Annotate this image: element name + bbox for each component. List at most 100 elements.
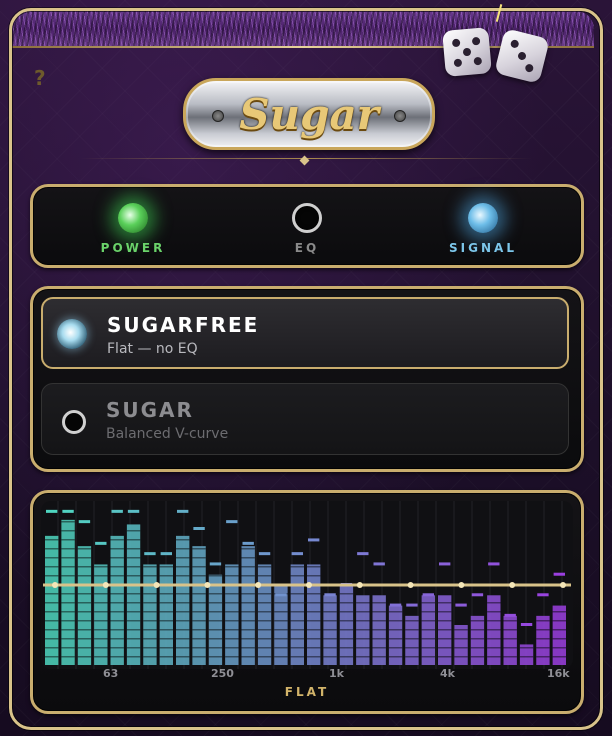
- eq-bar-segment: [208, 575, 223, 577]
- signal-led-icon: [468, 203, 498, 233]
- eq-bar: [307, 564, 321, 665]
- eq-bar-segment: [159, 647, 173, 649]
- eq-curve-node[interactable]: [102, 582, 109, 588]
- eq-bar-segment: [176, 575, 190, 577]
- eq-bar: [143, 564, 157, 665]
- eq-bar-segment: [519, 656, 534, 658]
- eq-bar: [454, 625, 468, 665]
- eq-bar-segment: [356, 602, 370, 604]
- eq-curve-node[interactable]: [458, 582, 465, 588]
- eq-bar-segment: [94, 638, 108, 640]
- eq-bar-segment: [405, 629, 419, 631]
- signal-indicator[interactable]: SIGNAL: [423, 193, 543, 259]
- eq-bar-segment: [307, 629, 321, 631]
- eq-bar-segment: [61, 557, 75, 559]
- eq-bar: [61, 519, 75, 665]
- eq-bar-segment: [94, 629, 108, 631]
- eq-bar-segment: [176, 647, 190, 649]
- eq-bar-segment: [110, 638, 124, 640]
- eq-curve-node[interactable]: [204, 582, 211, 588]
- eq-bar-segment: [208, 656, 223, 658]
- eq-bar-segment: [552, 656, 566, 658]
- preset-name: SUGAR: [106, 398, 194, 422]
- eq-bar-segment: [45, 557, 59, 559]
- eq-curve-node[interactable]: [407, 582, 414, 588]
- eq-bar-segment: [454, 656, 468, 658]
- eq-bar-segment: [257, 656, 272, 658]
- eq-bar-segment: [339, 602, 354, 604]
- eq-curve-node[interactable]: [52, 582, 58, 588]
- eq-peak-marker: [258, 552, 271, 556]
- eq-bar-segment: [356, 647, 370, 649]
- preset-description: Flat — no EQ: [107, 341, 198, 357]
- eq-bar: [503, 615, 517, 665]
- preset-sugar[interactable]: SUGAR Balanced V-curve: [41, 383, 569, 455]
- eq-bar-segment: [110, 566, 124, 568]
- eq-bar-segment: [45, 611, 59, 613]
- eq-bar-segment: [438, 629, 452, 631]
- eq-bar-segment: [487, 611, 501, 613]
- eq-bar-segment: [208, 593, 223, 595]
- eq-bar-segment: [356, 620, 370, 622]
- preset-sugarfree[interactable]: SUGARFREE Flat — no EQ: [41, 297, 569, 369]
- dice-icon[interactable]: [442, 27, 492, 77]
- eq-curve-node[interactable]: [509, 582, 516, 588]
- eq-peak-marker: [177, 509, 189, 513]
- eq-bar-segment: [143, 611, 157, 613]
- eq-curve-node[interactable]: [560, 582, 566, 588]
- eq-bar-segment: [77, 656, 92, 658]
- eq-curve-node[interactable]: [153, 582, 160, 588]
- eq-peak-marker: [78, 520, 91, 524]
- eq-bar-segment: [339, 647, 354, 649]
- eq-bar-segment: [307, 575, 321, 577]
- eq-peak-marker: [520, 623, 533, 626]
- eq-peak-marker: [537, 593, 549, 597]
- eq-bar-segment: [356, 611, 370, 613]
- eq-bar-segment: [126, 656, 141, 658]
- eq-peak-marker: [46, 509, 58, 513]
- eq-bar-segment: [61, 656, 75, 658]
- eq-bar-segment: [159, 629, 173, 631]
- eq-curve-node[interactable]: [356, 582, 363, 588]
- eq-bar-segment: [143, 656, 157, 658]
- eq-bar-segment: [323, 638, 337, 640]
- eq-bar-segment: [241, 566, 255, 568]
- eq-bar: [208, 574, 223, 665]
- eq-indicator[interactable]: EQ: [247, 193, 367, 259]
- eq-curve-node[interactable]: [255, 582, 262, 588]
- eq-curve-node[interactable]: [306, 582, 312, 588]
- radio-selected-icon: [57, 319, 87, 349]
- eq-bar-segment: [126, 530, 141, 532]
- eq-bar-segment: [487, 629, 501, 631]
- status-panel: POWER EQ SIGNAL: [30, 184, 584, 268]
- eq-bar-segment: [45, 656, 59, 658]
- eq-bar-segment: [192, 647, 206, 649]
- eq-bar-segment: [536, 629, 550, 631]
- eq-bar-segment: [192, 656, 206, 658]
- eq-bar-segment: [552, 629, 566, 631]
- eq-bar-segment: [110, 602, 124, 604]
- logo-badge: Sugar: [183, 78, 435, 150]
- eq-bar-segment: [470, 620, 485, 622]
- help-icon[interactable]: ?: [34, 66, 46, 90]
- eq-bar-segment: [61, 575, 75, 577]
- eq-bar-segment: [61, 602, 75, 604]
- eq-bar-segment: [94, 602, 108, 604]
- eq-bar-segment: [110, 539, 124, 541]
- eq-bar-segment: [225, 611, 239, 613]
- power-indicator[interactable]: POWER: [73, 193, 193, 259]
- eq-bar-segment: [388, 620, 403, 622]
- eq-bar-segment: [421, 647, 435, 649]
- eq-bar: [225, 564, 239, 665]
- eq-bar: [110, 535, 124, 665]
- eq-bar-segment: [45, 539, 59, 541]
- eq-visualizer-panel: 63 250 1k 4k 16k FLAT: [30, 490, 584, 714]
- eq-bar-segment: [225, 593, 239, 595]
- eq-bar-segment: [290, 647, 304, 649]
- power-label: POWER: [100, 241, 166, 255]
- eq-bar-segment: [176, 593, 190, 595]
- eq-bar-segment: [241, 575, 255, 577]
- eq-bar-segment: [126, 557, 141, 559]
- eq-peak-marker: [389, 603, 402, 607]
- eq-mode-label: FLAT: [284, 685, 330, 699]
